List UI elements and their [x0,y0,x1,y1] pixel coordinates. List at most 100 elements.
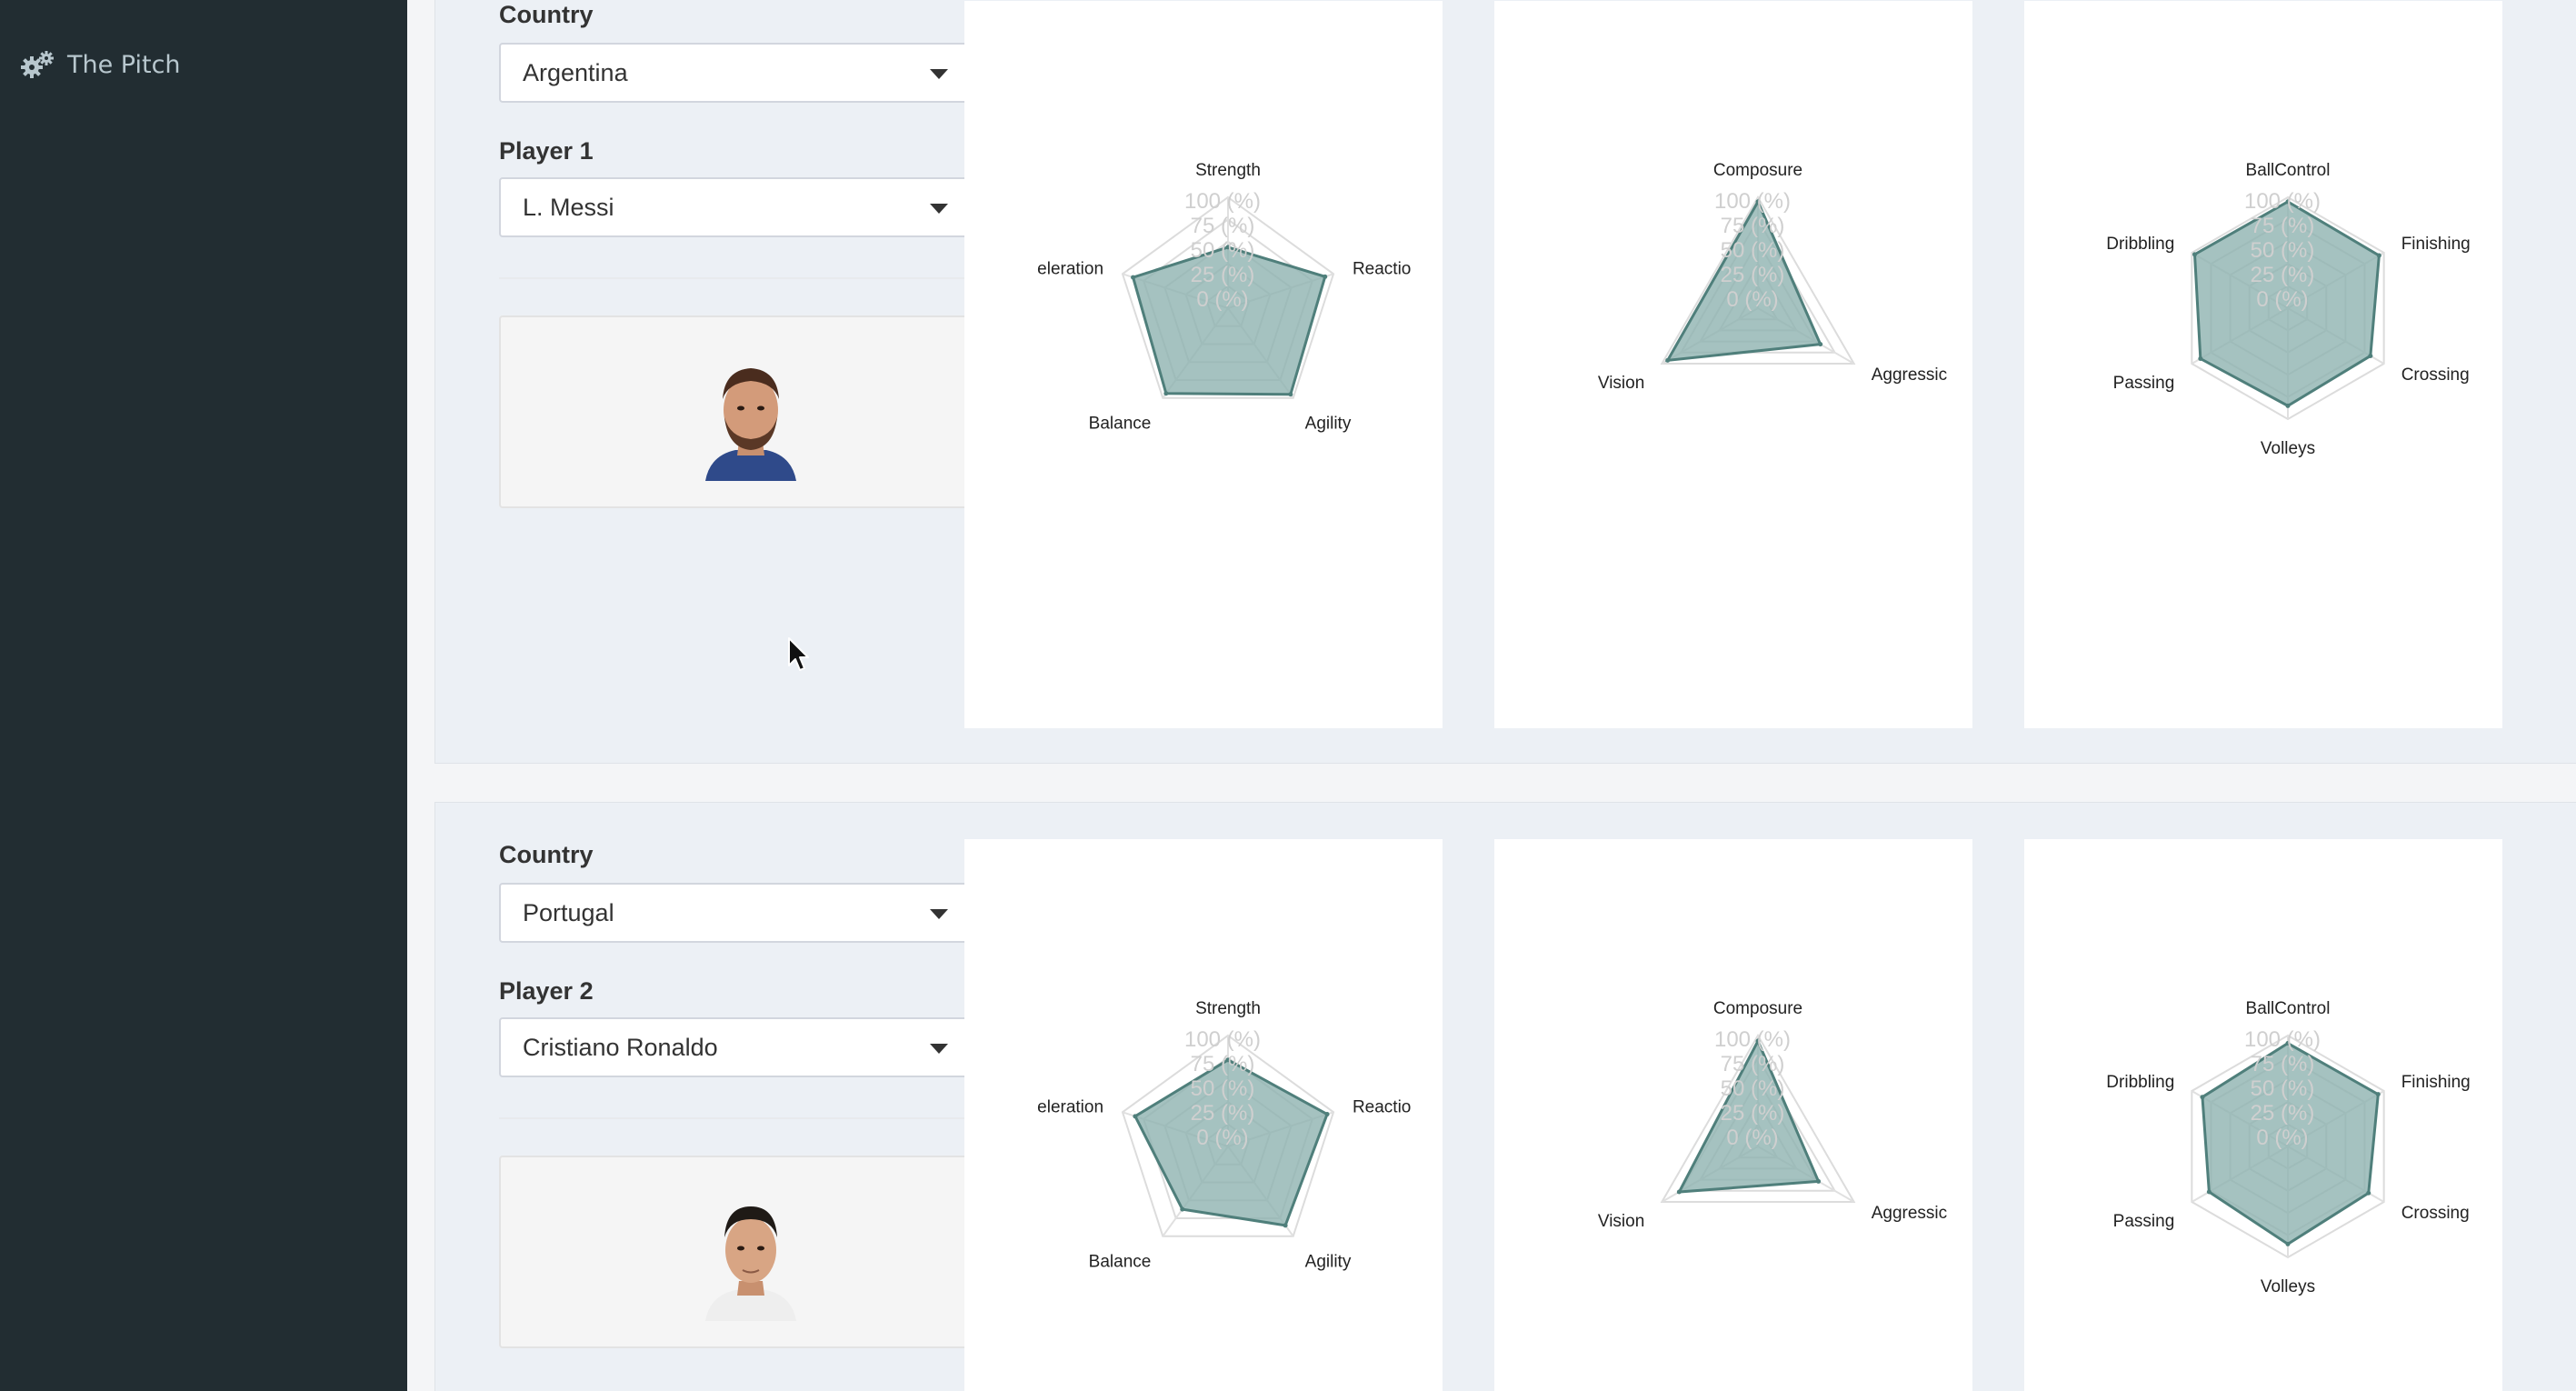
radar-point [2368,353,2373,358]
radar-chart-card: 100 (%) 75 (%) 50 (%) 25 (%) 0 (%) Strength Re… [964,1,1443,728]
radar-point [2206,1189,2212,1195]
country-select[interactable]: Argentina [499,43,975,103]
radar-tick-label: 50 (%) [1191,1076,1255,1101]
radar-tick-label: 75 (%) [1721,214,1785,238]
radar-chart-card: 100 (%) 75 (%) 50 (%) 25 (%) 0 (%) Composure A… [1494,839,1972,1391]
radar-axis-label: BallControl [2246,999,2331,1018]
radar-chart-card: 100 (%) 75 (%) 50 (%) 25 (%) 0 (%) Strength Re… [964,839,1443,1391]
radar-tick-label: 25 (%) [2251,1101,2315,1126]
radar-chart: 100 (%)75 (%)50 (%)25 (%)0 (%) BallContro… [2106,161,2471,458]
radar-tick-label: 0 (%) [1196,287,1248,312]
radar-axis-label: Balance [1089,1252,1152,1271]
radar-axis-label: Volleys [2261,439,2315,458]
radar-point [1816,1178,1822,1184]
radar-tick-label: 100 (%) [2244,1027,2321,1052]
radar-tick-label: 25 (%) [2251,263,2315,287]
radar-axis-label: eleration [1037,1098,1103,1117]
player-select[interactable]: Cristiano Ronaldo [499,1017,975,1077]
radar-tick-label: 25 (%) [1721,263,1785,287]
mouse-cursor-icon [788,637,809,671]
radar-chart: 100 (%)75 (%)50 (%)25 (%)0 (%) Strength Re… [1037,161,1411,433]
player-panel-1: Country Argentina Player 1 L. Messi 100 … [434,0,2576,764]
radar-axis-label: Agility [1305,1252,1352,1271]
radar-axis-label: Passing [2113,1212,2175,1231]
radar-point [1131,275,1136,280]
radar-point [2285,403,2291,408]
radar-point [2376,253,2381,258]
radar-axis-label: Dribbling [2106,1073,2174,1092]
radar-chart: 100 (%)75 (%)50 (%)25 (%)0 (%) Composure A… [1598,161,1947,393]
radar-point [1180,1206,1185,1212]
player-photo-ronaldo [705,1206,796,1321]
radar-tick-label: 75 (%) [1191,1052,1255,1076]
radar-point [1324,1112,1330,1117]
radar-tick-label: 0 (%) [2256,1126,2308,1150]
radar-tick-label: 100 (%) [1184,1027,1261,1052]
radar-point [1133,1114,1138,1119]
radar-axis-label: Aggressic [1872,365,1947,385]
radar-axis-label: Strength [1195,161,1261,180]
gears-icon [21,51,54,78]
player-photo-box [499,1156,975,1348]
radar-point [2285,1241,2291,1246]
radar-point [2200,1095,2205,1100]
radar-axis-label: BallControl [2246,161,2331,180]
radar-point [2375,1092,2381,1097]
player-panel-2: Country Portugal Player 2 Cristiano Rona… [434,802,2576,1391]
main-content: Country Argentina Player 1 L. Messi 100 … [407,0,2576,1391]
radar-chart: 100 (%)75 (%)50 (%)25 (%)0 (%) Strength Re… [1037,999,1411,1271]
radar-tick-label: 50 (%) [1721,1076,1785,1101]
radar-tick-label: 100 (%) [1184,189,1261,214]
radar-axis-label: Vision [1598,1212,1644,1231]
chevron-down-icon [930,69,948,79]
country-select-value: Argentina [523,58,628,86]
radar-tick-label: 0 (%) [1726,287,1778,312]
radar-point [2192,252,2198,257]
radar-tick-label: 25 (%) [1721,1101,1785,1126]
radar-axis-label: Finishing [2401,1073,2471,1092]
radar-axis-label: Volleys [2261,1277,2315,1296]
chevron-down-icon [930,204,948,214]
radar-tick-label: 100 (%) [1714,189,1791,214]
chevron-down-icon [930,1044,948,1054]
radar-tick-label: 50 (%) [1191,238,1255,263]
radar-tick-label: 0 (%) [1196,1126,1248,1150]
country-select-value: Portugal [523,898,614,926]
radar-tick-label: 75 (%) [2251,214,2315,238]
radar-axis-label: Composure [1713,161,1802,180]
radar-axis-label: Dribbling [2106,235,2174,254]
radar-tick-label: 25 (%) [1191,263,1255,287]
radar-chart: 100 (%)75 (%)50 (%)25 (%)0 (%) BallContro… [2106,999,2471,1296]
radar-point [1818,342,1823,347]
radar-axis-label: Vision [1598,374,1644,393]
divider [499,1117,975,1119]
radar-tick-label: 50 (%) [1721,238,1785,263]
radar-tick-label: 75 (%) [2251,1052,2315,1076]
player-select[interactable]: L. Messi [499,177,975,237]
radar-axis-label: Agility [1305,414,1352,433]
radar-point [1323,274,1328,279]
player-photo-box [499,315,975,508]
radar-tick-label: 0 (%) [2256,287,2308,312]
radar-axis-label: Passing [2113,374,2175,393]
player-photo-messi [705,368,796,481]
radar-point [2198,356,2203,362]
radar-chart: 100 (%)75 (%)50 (%)25 (%)0 (%) Composure A… [1598,999,1947,1231]
country-select[interactable]: Portugal [499,883,975,943]
sidebar: The Pitch [0,0,407,1391]
radar-point [1665,357,1671,363]
radar-axis-label: Crossing [2401,1204,2470,1223]
player-select-value: Cristiano Ronaldo [523,1033,718,1061]
sidebar-item-label: The Pitch [67,50,181,79]
radar-axis-label: Crossing [2401,365,2470,385]
radar-axis-label: Finishing [2401,235,2471,254]
radar-axis-label: Composure [1713,999,1802,1018]
radar-tick-label: 50 (%) [2251,238,2315,263]
sidebar-item-the-pitch[interactable]: The Pitch [20,45,181,84]
radar-tick-label: 75 (%) [1191,214,1255,238]
radar-point [2366,1190,2371,1196]
radar-chart-card: 100 (%) 75 (%) 50 (%) 25 (%) 0 (%) Composure A… [1494,1,1972,728]
radar-tick-label: 75 (%) [1721,1052,1785,1076]
radar-tick-label: 100 (%) [1714,1027,1791,1052]
radar-axis-label: Reactio [1353,1098,1411,1117]
